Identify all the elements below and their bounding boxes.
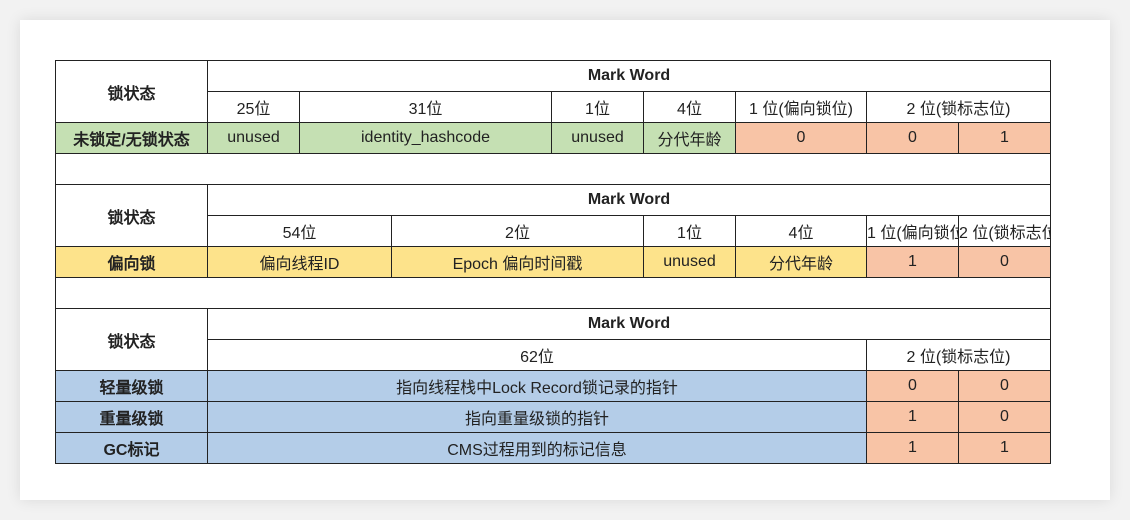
state-cell: 偏向锁	[55, 246, 208, 278]
bits-cell: 1位	[551, 91, 644, 123]
lock-flag-cell: 0	[866, 122, 959, 154]
bits-cell: 1位	[643, 215, 736, 247]
bits-cell: 62位	[207, 339, 867, 371]
mark-word-header: Mark Word	[206, 60, 1052, 92]
thread-id-cell: 偏向线程ID	[207, 246, 392, 278]
mark-word-header: Mark Word	[206, 184, 1052, 216]
spacer-row	[54, 153, 1052, 185]
lock-flag-cell: 1	[866, 432, 959, 464]
state-cell: 未锁定/无锁状态	[55, 122, 208, 154]
biased-row: 偏向锁 偏向线程ID Epoch 偏向时间戳 unused 分代年龄 1 0 1	[55, 246, 1052, 278]
mark-word-table: 锁状态 Mark Word 25位 31位 1位 4位 1 位(偏向锁位) 2 …	[54, 60, 1052, 464]
section3-header-row: 锁状态 Mark Word	[55, 308, 1052, 371]
lock-flag-cell: 0	[957, 401, 1052, 433]
biased-bit-cell: 0	[735, 122, 867, 154]
lock-state-header: 锁状态	[55, 60, 208, 123]
gc-mark-row: GC标记 CMS过程用到的标记信息 1 1	[55, 432, 1052, 464]
unused-cell: unused	[551, 122, 644, 154]
lock-flag-cell: 0	[866, 370, 959, 402]
bits-cell: 31位	[299, 91, 552, 123]
pointer-cell: 指向重量级锁的指针	[207, 401, 867, 433]
lock-flag-cell: 1	[866, 401, 959, 433]
mark-word-header: Mark Word	[206, 308, 1052, 340]
state-cell: 轻量级锁	[55, 370, 208, 402]
unused-cell: unused	[207, 122, 300, 154]
lock-flag-cell: 1	[957, 432, 1052, 464]
heavyweight-row: 重量级锁 指向重量级锁的指针 1 0	[55, 401, 1052, 433]
section2-header-row: 锁状态 Mark Word	[55, 184, 1052, 247]
bits-cell: 2 位(锁标志位)	[865, 91, 1052, 123]
bits-cell: 1 位(偏向锁位)	[866, 215, 959, 247]
lock-state-header: 锁状态	[55, 308, 208, 371]
bits-cell: 4位	[735, 215, 867, 247]
bits-cell: 2 位(锁标志位)	[957, 215, 1052, 247]
gc-info-cell: CMS过程用到的标记信息	[207, 432, 867, 464]
age-cell: 分代年龄	[643, 122, 736, 154]
bits-cell: 4位	[643, 91, 736, 123]
section1-header-row: 锁状态 Mark Word	[55, 60, 1052, 123]
lock-state-header: 锁状态	[55, 184, 208, 247]
unlocked-row: 未锁定/无锁状态 unused identity_hashcode unused…	[55, 122, 1052, 154]
unused-cell: unused	[643, 246, 736, 278]
lock-flag-cell: 1	[957, 122, 1052, 154]
lightweight-row: 轻量级锁 指向线程栈中Lock Record锁记录的指针 0 0	[55, 370, 1052, 402]
bits-cell: 2位	[391, 215, 644, 247]
bits-cell: 2 位(锁标志位)	[865, 339, 1052, 371]
state-cell: 重量级锁	[55, 401, 208, 433]
bits-cell: 54位	[207, 215, 392, 247]
pointer-cell: 指向线程栈中Lock Record锁记录的指针	[207, 370, 867, 402]
lock-flag-cell: 0	[957, 370, 1052, 402]
epoch-cell: Epoch 偏向时间戳	[391, 246, 644, 278]
bits-cell: 1 位(偏向锁位)	[735, 91, 867, 123]
spacer-row	[54, 277, 1052, 309]
state-cell: GC标记	[55, 432, 208, 464]
bits-cell: 25位	[207, 91, 300, 123]
biased-bit-cell: 1	[866, 246, 959, 278]
lock-flag-cell: 0	[957, 246, 1052, 278]
hashcode-cell: identity_hashcode	[299, 122, 552, 154]
figure-card: 锁状态 Mark Word 25位 31位 1位 4位 1 位(偏向锁位) 2 …	[20, 20, 1110, 500]
age-cell: 分代年龄	[735, 246, 867, 278]
